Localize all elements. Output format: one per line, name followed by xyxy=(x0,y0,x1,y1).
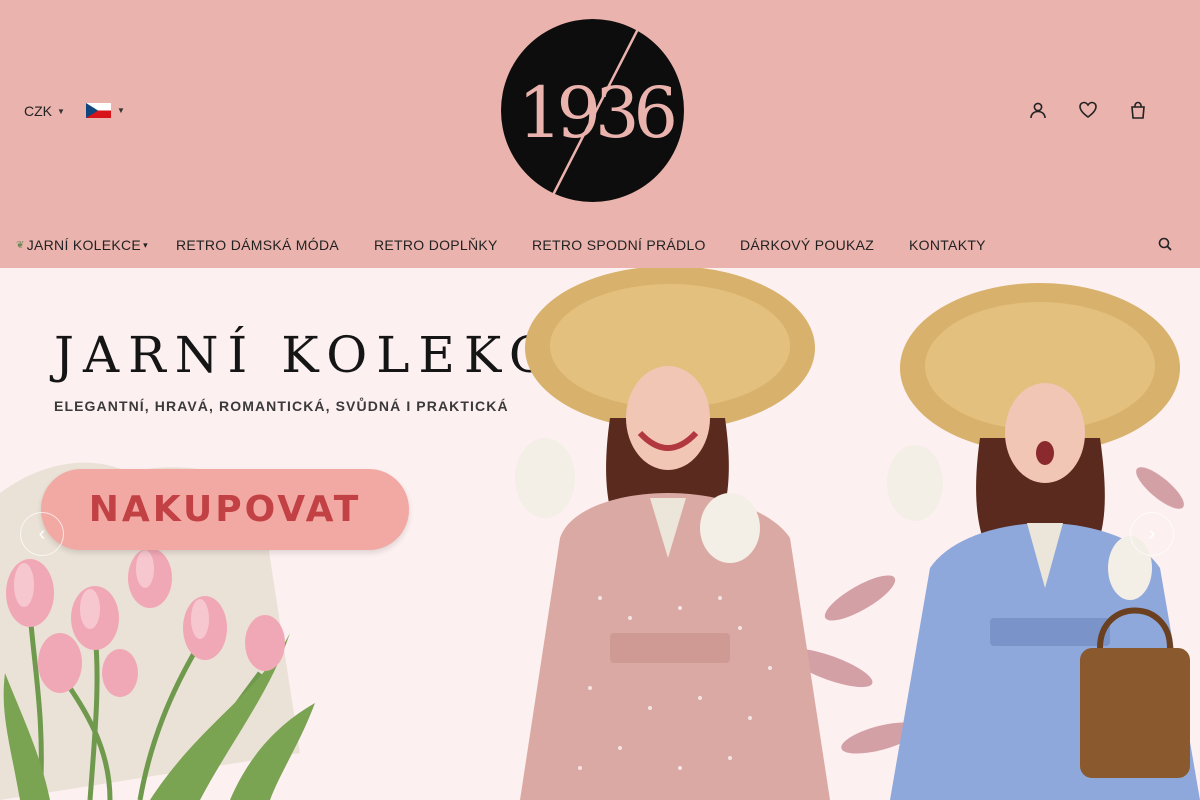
nav-item-retro-damska-moda[interactable]: RETRO DÁMSKÁ MÓDA xyxy=(176,237,339,253)
cart-icon[interactable] xyxy=(1128,100,1148,120)
leaf-icon: ❦ xyxy=(16,239,25,251)
language-selector[interactable]: ▼ xyxy=(86,103,125,118)
shop-now-button[interactable]: NAKUPOVAT xyxy=(41,469,409,550)
slider-prev-button[interactable]: ‹ xyxy=(20,512,64,556)
nav-item-label: JARNÍ KOLEKCE xyxy=(26,237,142,253)
chevron-right-icon: › xyxy=(1148,522,1156,545)
chevron-down-icon: ▾ xyxy=(143,239,148,250)
nav-item-label: KONTAKTY xyxy=(909,237,986,253)
search-icon[interactable] xyxy=(1158,237,1172,256)
chevron-left-icon: ‹ xyxy=(38,522,46,545)
nav-item-label: DÁRKOVÝ POUKAZ xyxy=(740,237,875,253)
nav-item-label: RETRO DÁMSKÁ MÓDA xyxy=(176,237,340,253)
nav-item-label: RETRO DOPLŇKY xyxy=(374,237,498,253)
nav-item-retro-spodni-pradlo[interactable]: RETRO SPODNÍ PRÁDLO xyxy=(532,237,706,253)
hero-subtitle: ELEGANTNÍ, HRAVÁ, ROMANTICKÁ, SVŮDNÁ I P… xyxy=(54,398,509,414)
user-icon[interactable] xyxy=(1028,100,1048,120)
currency-label: CZK xyxy=(24,103,52,119)
header-icons xyxy=(1028,100,1148,120)
tulips-image xyxy=(3,548,315,800)
hero-banner[interactable]: JARNÍ KOLEKCE ELEGANTNÍ, HRAVÁ, ROMANTIC… xyxy=(0,268,1200,800)
site-header: CZK ▼ ▼ 1936 ❦ JARNÍ KOLEKCE xyxy=(0,0,1200,268)
chevron-down-icon: ▼ xyxy=(57,106,65,116)
site-logo[interactable]: 1936 xyxy=(501,19,684,202)
slider-next-button[interactable]: › xyxy=(1130,512,1174,556)
heart-icon[interactable] xyxy=(1078,100,1098,120)
chevron-down-icon: ▼ xyxy=(117,106,125,115)
currency-selector[interactable]: CZK ▼ xyxy=(24,103,65,119)
nav-item-kontakty[interactable]: KONTAKTY xyxy=(909,237,986,253)
nav-item-retro-doplnky[interactable]: RETRO DOPLŇKY xyxy=(374,237,498,253)
nav-item-label: RETRO SPODNÍ PRÁDLO xyxy=(532,237,706,253)
nav-item-darkovy-poukaz[interactable]: DÁRKOVÝ POUKAZ xyxy=(740,237,874,253)
nav-item-jarni-kolekce[interactable]: ❦ JARNÍ KOLEKCE ▾ xyxy=(16,237,148,253)
main-nav: ❦ JARNÍ KOLEKCE ▾ RETRO DÁMSKÁ MÓDA RETR… xyxy=(0,228,1200,262)
models-photo xyxy=(515,268,1200,800)
czech-flag-icon xyxy=(86,103,111,118)
